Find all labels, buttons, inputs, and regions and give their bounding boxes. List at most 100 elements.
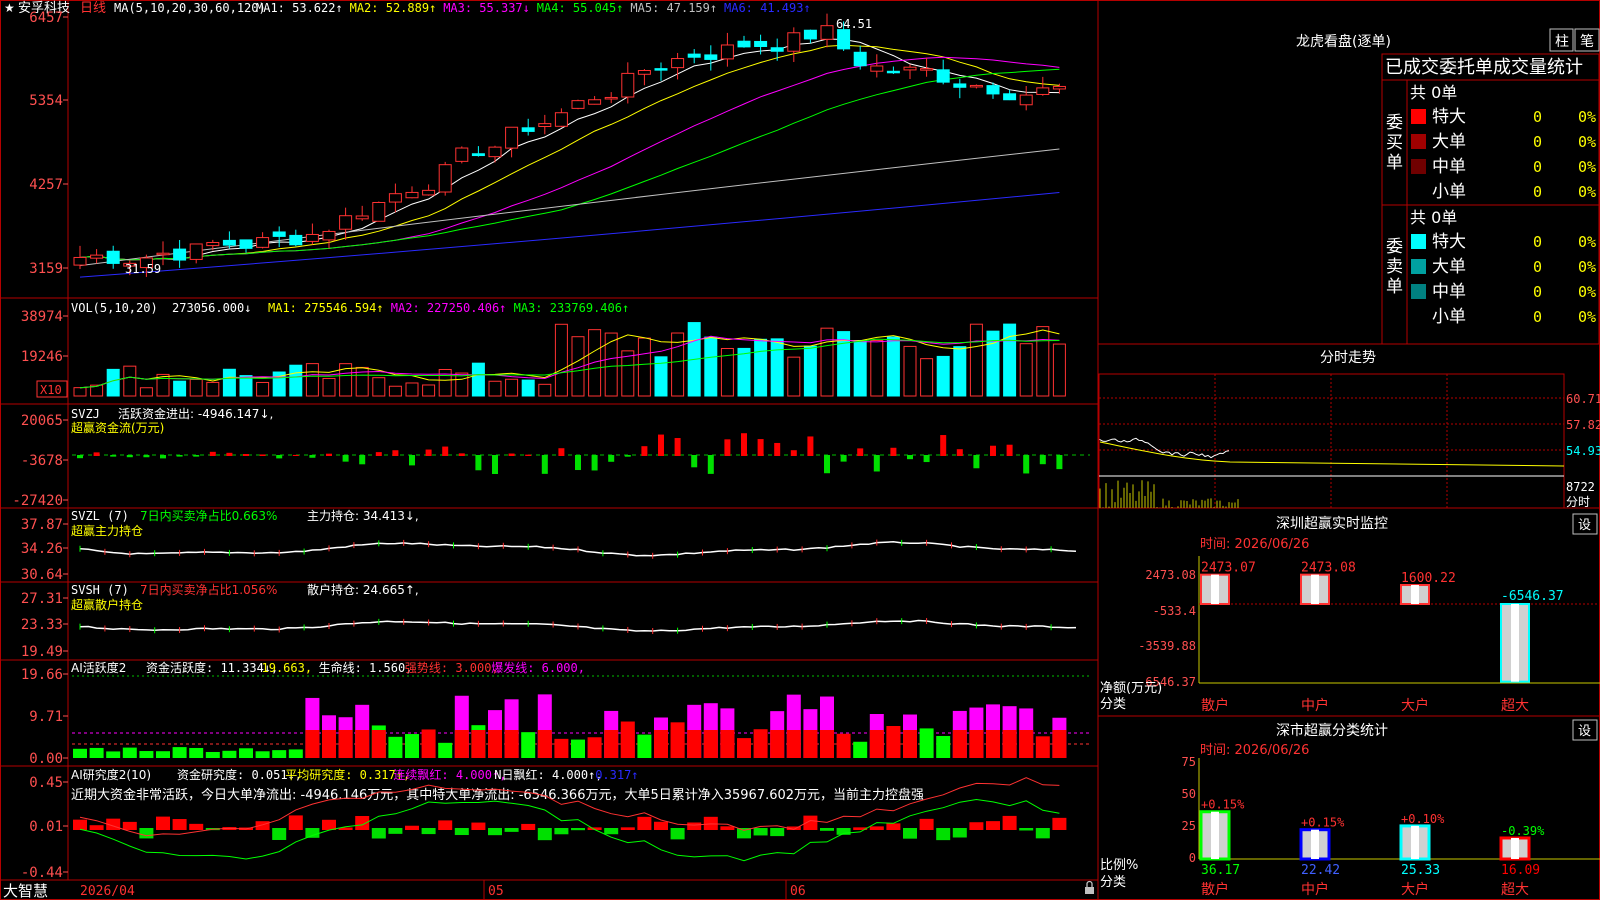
legend-swatch xyxy=(1411,309,1426,324)
volume-bar xyxy=(936,355,950,397)
row-pct: 0% xyxy=(1578,108,1596,126)
lock-icon[interactable] xyxy=(1085,880,1094,895)
legend-swatch xyxy=(1411,259,1426,274)
svzj-bar xyxy=(774,442,781,456)
candle xyxy=(305,233,319,242)
svzj-bar xyxy=(541,455,548,474)
ai-active-bar xyxy=(172,747,187,758)
vol-value: 273056.000↓ xyxy=(172,301,251,315)
ai-research-bar xyxy=(488,828,502,836)
candle xyxy=(604,96,618,100)
ai-active-bar-base xyxy=(869,730,884,758)
ai-active-labels-item-4: 爆发线: 6.000, xyxy=(491,660,585,675)
ai-active-bar-base xyxy=(770,730,785,758)
ai-active-bar-base xyxy=(886,730,901,758)
candle xyxy=(488,146,502,158)
ai-active-bar xyxy=(156,751,170,758)
dragon-sell-label-char: 卖 xyxy=(1386,257,1403,277)
sz-class-value: 22.42 xyxy=(1301,863,1340,878)
ai-active-bar-base xyxy=(537,730,552,758)
period-label[interactable]: 日线 xyxy=(80,1,106,16)
buy-side-label: 委买单 xyxy=(1386,113,1403,173)
volume-bars xyxy=(73,322,1066,397)
ai-research-bar xyxy=(936,828,951,841)
svzj-bar xyxy=(907,455,913,460)
ai-active-bar xyxy=(753,729,768,758)
svzj-bar xyxy=(409,455,415,466)
candle xyxy=(538,123,552,128)
ma-values-item-1: MA2: 52.889↑ xyxy=(350,1,437,15)
sz-class-category: 散户 xyxy=(1201,881,1229,898)
candle xyxy=(770,47,784,52)
sz-monitor-title: 深圳超赢实时监控 xyxy=(1276,515,1388,532)
ai-research-bar xyxy=(670,828,685,840)
row-count: 0 xyxy=(1533,158,1542,176)
row-pct: 0% xyxy=(1578,183,1596,201)
sz-monitor-time: 时间: 2026/06/26 xyxy=(1200,537,1309,552)
svzj-bar xyxy=(492,455,498,474)
svzj-bar xyxy=(359,455,366,465)
svzj-bar xyxy=(392,450,399,456)
sz-class-tick: 25 xyxy=(1182,819,1196,833)
svzj-bar xyxy=(276,455,283,459)
candle xyxy=(322,230,336,241)
ai-active-bar-base xyxy=(338,730,353,758)
ai-active-bar-base xyxy=(687,730,702,758)
dragon-buy-label-char: 单 xyxy=(1386,153,1403,173)
ma-line-5 xyxy=(79,38,1060,261)
ai-active-bar xyxy=(122,747,137,758)
ai-active-bar-base xyxy=(986,730,1000,758)
ai-active-bar xyxy=(919,728,934,758)
candle xyxy=(837,29,851,50)
svzj-bar xyxy=(857,448,864,456)
volume-bar xyxy=(521,379,535,397)
sz-class-bar-highlight xyxy=(1211,811,1219,859)
ai-research-bar xyxy=(288,815,303,830)
svg-text:柱: 柱 xyxy=(1555,34,1569,50)
ai-research-yticks-tick-2: -0.44 xyxy=(21,865,63,881)
row-name: 特大 xyxy=(1432,232,1466,252)
ai-active-labels-item-1: 19.663, xyxy=(262,661,313,675)
ai-active-yticks-tick-1: 9.71 xyxy=(29,709,63,725)
volume-bar xyxy=(206,381,220,397)
ai-research-bar xyxy=(571,828,585,831)
candle xyxy=(289,234,303,246)
svsh-line1: 7日内买卖净占比1.056% xyxy=(140,582,277,597)
ai-active-bar-base xyxy=(820,730,834,758)
ma-values-item-4: MA5: 47.159↑ xyxy=(630,1,717,15)
ma-values-item-2: MA3: 55.337↓ xyxy=(443,1,530,15)
ai-active-yticks-tick-2: 0.00 xyxy=(29,751,63,767)
svzj-yticks-tick-1: -3678 xyxy=(21,453,63,469)
sz-monitor-category: 中户 xyxy=(1301,697,1329,714)
ai-active-labels-item-0: 资金活跃度: 11.334↓, xyxy=(146,660,278,675)
sz-class-value: 16.09 xyxy=(1501,863,1540,878)
intraday-tick: 8722 xyxy=(1566,480,1595,494)
volume-bar xyxy=(173,380,187,397)
svzj-bar xyxy=(442,446,449,456)
volume-bar xyxy=(704,336,718,397)
svzl-yticks-tick-2: 30.64 xyxy=(21,567,63,583)
sz-class-bar-highlight xyxy=(1511,837,1519,859)
sz-class-category: 中户 xyxy=(1301,881,1329,898)
candle xyxy=(256,237,270,248)
svzj-bar xyxy=(641,446,648,456)
row-pct: 0% xyxy=(1578,308,1596,326)
svzj-bar xyxy=(790,450,797,456)
candle xyxy=(720,44,734,60)
row-pct: 0% xyxy=(1578,158,1596,176)
ai-active-bar xyxy=(205,751,220,758)
row-name: 大单 xyxy=(1432,132,1466,152)
volume-bar xyxy=(305,363,319,397)
ai-research-yticks-tick-1: 0.01 xyxy=(29,819,63,835)
star-icon[interactable]: ★ xyxy=(4,1,15,15)
candle xyxy=(936,69,950,83)
candle xyxy=(671,58,685,69)
candle xyxy=(73,256,87,266)
ai-active-bar xyxy=(89,747,104,758)
ai-research-bar xyxy=(122,821,137,830)
kline-yticks-tick-2: 4257 xyxy=(29,177,63,193)
row-pct: 0% xyxy=(1578,233,1596,251)
svzj-bar xyxy=(475,455,482,471)
legend-swatch xyxy=(1411,234,1426,249)
sz-class-change: +0.15% xyxy=(1201,798,1245,812)
